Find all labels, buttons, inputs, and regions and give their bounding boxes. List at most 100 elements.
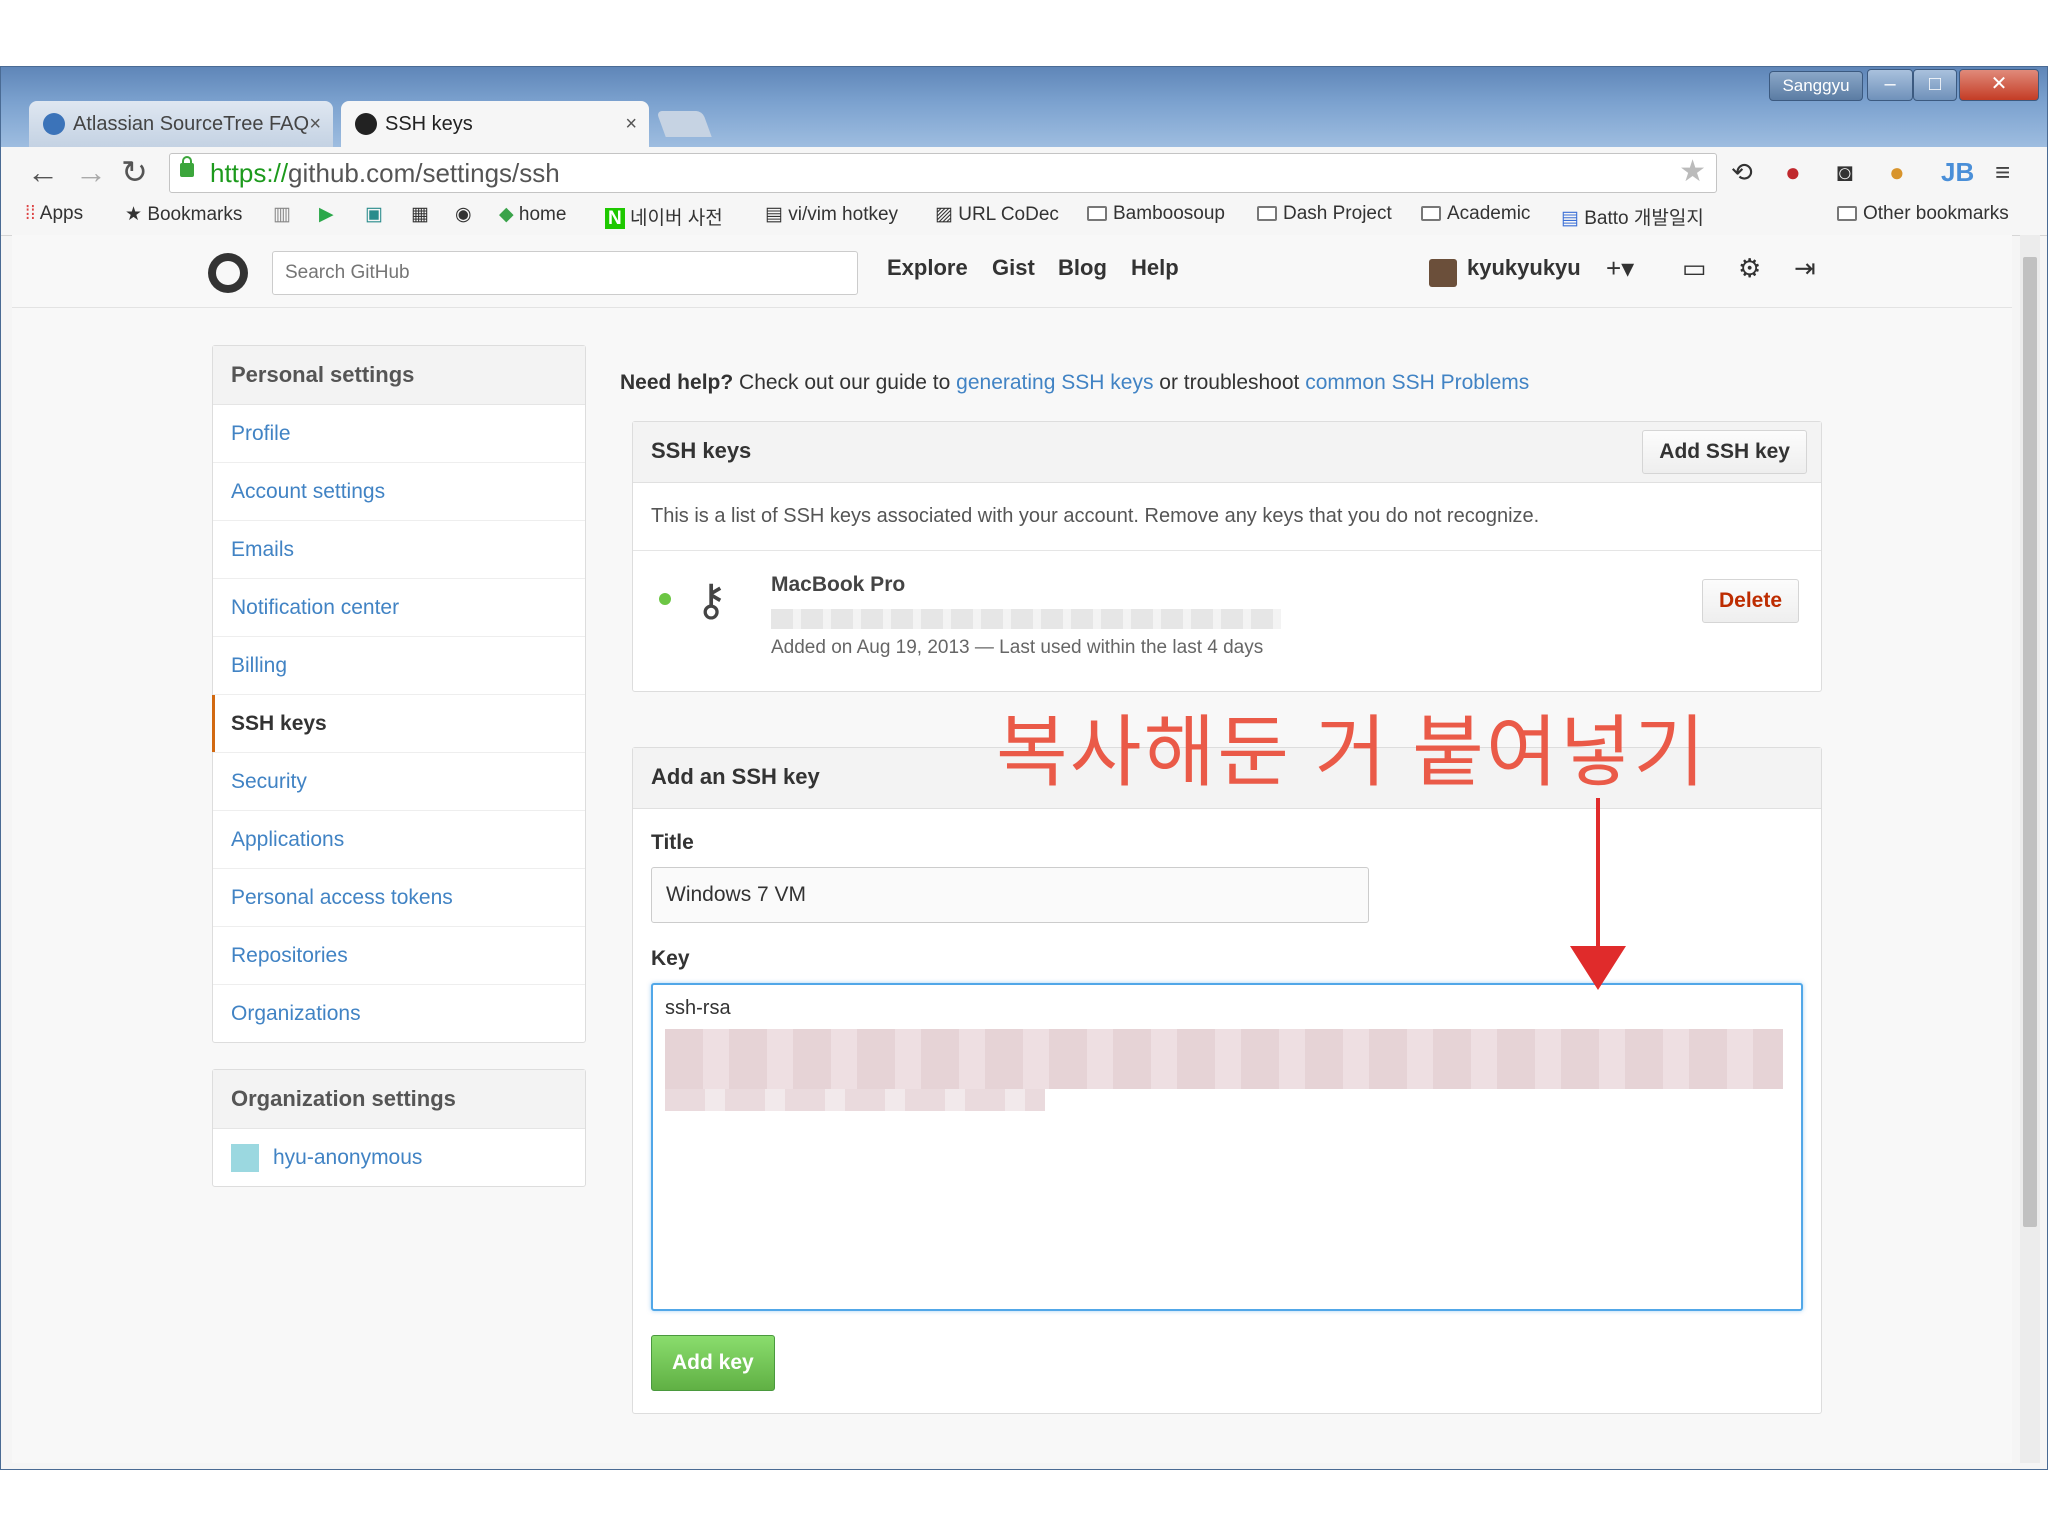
sidebar-item-billing[interactable]: Billing	[213, 637, 585, 695]
nav-blog[interactable]: Blog	[1058, 255, 1107, 281]
bookmark-vim[interactable]: ▤ vi/vim hotkey	[765, 203, 898, 226]
sidebar-item-personal-access-tokens[interactable]: Personal access tokens	[213, 869, 585, 927]
forward-icon[interactable]: →	[75, 155, 107, 189]
key-content-blurred-end	[665, 1089, 1045, 1111]
sign-out-icon[interactable]: ⇥	[1794, 253, 1816, 284]
org-avatar	[231, 1144, 259, 1173]
chart-bookmark-icon[interactable]: ▥	[273, 203, 291, 226]
generating-ssh-keys-link[interactable]: generating SSH keys	[956, 371, 1153, 394]
maximize-button[interactable]: □	[1913, 69, 1957, 101]
plus-dropdown-icon[interactable]: +▾	[1606, 253, 1634, 284]
personal-settings-heading: Personal settings	[213, 346, 585, 405]
sidebar-item-org[interactable]: hyu-anonymous	[213, 1129, 585, 1186]
page-content: Explore Gist Blog Help kyukyukyu +▾ ▭ ⚙ …	[12, 235, 2012, 1463]
pocket-extension-icon[interactable]: ◙	[1837, 157, 1853, 187]
key-textarea[interactable]: ssh-rsa	[651, 983, 1803, 1311]
tab-close-icon[interactable]: ×	[309, 101, 321, 147]
back-icon[interactable]: ←	[27, 155, 59, 189]
add-ssh-key-button[interactable]: Add SSH key	[1642, 430, 1807, 474]
menu-icon[interactable]: ≡	[1995, 157, 2010, 187]
ssh-keys-box-header: SSH keys Add SSH key	[633, 422, 1821, 483]
address-bar[interactable]: https://github.com/settings/ssh ★	[169, 153, 1717, 193]
sidebar-item-security[interactable]: Security	[213, 753, 585, 811]
github-icon	[355, 113, 377, 135]
key-textarea-value: ssh-rsa	[665, 997, 731, 1019]
key-meta: Added on Aug 19, 2013 — Last used within…	[771, 637, 1264, 658]
bookmark-apps[interactable]: ⁞⁞ Apps	[25, 203, 83, 225]
close-window-button[interactable]: ✕	[1959, 69, 2039, 101]
add-ssh-key-title: Add an SSH key	[651, 764, 820, 789]
tab-ssh-keys[interactable]: SSH keys ×	[341, 101, 649, 147]
settings-main: Need help? Check out our guide to genera…	[620, 345, 1824, 1414]
reload-icon[interactable]: ↻	[121, 155, 148, 189]
cookie-extension-icon[interactable]: ●	[1889, 157, 1905, 187]
tab-title: Atlassian SourceTree FAQ	[73, 113, 310, 135]
bookmark-naver[interactable]: N 네이버 사전	[605, 203, 723, 230]
nav-explore[interactable]: Explore	[887, 255, 968, 281]
bookmark-star-icon[interactable]: ★	[1679, 154, 1706, 189]
gear-icon[interactable]: ⚙	[1738, 253, 1761, 284]
sidebar-item-applications[interactable]: Applications	[213, 811, 585, 869]
title-field[interactable]	[651, 867, 1369, 923]
sync-extension-icon[interactable]: ⟲	[1731, 157, 1753, 187]
add-ssh-key-box: Add an SSH key Title Key ssh-rsa Add key	[632, 747, 1822, 1414]
bookmark-batto[interactable]: ▤ Batto 개발일지	[1561, 203, 1704, 230]
sidebar-item-notification-center[interactable]: Notification center	[213, 579, 585, 637]
bookmark-dash-project[interactable]: Dash Project	[1257, 203, 1392, 225]
tab-close-icon[interactable]: ×	[625, 101, 637, 147]
square-bookmark-icon[interactable]: ▣	[365, 203, 383, 226]
bookmark-bookmarks[interactable]: ★ Bookmarks	[125, 203, 242, 226]
inbox-icon[interactable]: ▭	[1682, 253, 1707, 284]
common-ssh-problems-link[interactable]: common SSH Problems	[1305, 371, 1529, 394]
sidebar-item-repositories[interactable]: Repositories	[213, 927, 585, 985]
delete-key-button[interactable]: Delete	[1701, 579, 1799, 623]
sidebar-item-organizations[interactable]: Organizations	[213, 985, 585, 1042]
bookmark-home[interactable]: ◆ home	[499, 203, 566, 226]
hat-extension-icon[interactable]: ●	[1785, 157, 1801, 187]
jb-extension-icon[interactable]: JB	[1941, 157, 1974, 187]
annotation-text: 복사해둔 거 붙여넣기	[996, 708, 1708, 796]
ssh-keys-box: SSH keys Add SSH key This is a list of S…	[632, 421, 1822, 692]
key-status-dot	[659, 593, 671, 605]
sidebar-item-profile[interactable]: Profile	[213, 405, 585, 463]
key-label: Key	[651, 947, 690, 970]
bookmark-other[interactable]: Other bookmarks	[1837, 203, 2009, 225]
doc-blue-icon: ▤	[1561, 208, 1585, 229]
kanji-bookmark-icon[interactable]: ▦	[411, 203, 429, 226]
bookmark-academic[interactable]: Academic	[1421, 203, 1530, 225]
title-label: Title	[651, 831, 694, 854]
folder-icon	[1421, 206, 1441, 221]
doc-icon: ▤	[765, 204, 789, 225]
tab-title: SSH keys	[385, 113, 473, 135]
nav-gist[interactable]: Gist	[992, 255, 1035, 281]
bookmark-bamboosoup[interactable]: Bamboosoup	[1087, 203, 1225, 225]
key-content-blurred	[665, 1029, 1783, 1089]
browser-toolbar: ← → ↻ https://github.com/settings/ssh ★ …	[1, 147, 2047, 197]
new-tab-button[interactable]	[656, 111, 712, 137]
bookmark-urlcodec[interactable]: ▨ URL CoDec	[935, 203, 1059, 226]
github-header: Explore Gist Blog Help kyukyukyu +▾ ▭ ⚙ …	[12, 235, 2012, 308]
sidebar-item-account-settings[interactable]: Account settings	[213, 463, 585, 521]
search-input[interactable]	[272, 251, 858, 295]
avatar[interactable]	[1429, 259, 1457, 287]
scrollbar-thumb[interactable]	[2023, 257, 2037, 1227]
ssh-keys-title: SSH keys	[651, 438, 752, 463]
codec-icon: ▨	[935, 204, 959, 225]
atlassian-icon	[43, 113, 65, 135]
ssh-keys-description: This is a list of SSH keys associated wi…	[633, 483, 1821, 551]
tab-sourcetree-faq[interactable]: Atlassian SourceTree FAQ ×	[29, 101, 333, 147]
github-logo-icon[interactable]	[208, 253, 248, 293]
nav-help[interactable]: Help	[1131, 255, 1179, 281]
sidebar-item-ssh-keys[interactable]: SSH keys	[212, 695, 585, 753]
play-bookmark-icon[interactable]: ▶	[319, 203, 334, 226]
folder-icon	[1837, 206, 1857, 221]
sidebar-item-emails[interactable]: Emails	[213, 521, 585, 579]
diamond-icon: ◆	[499, 204, 519, 225]
key-icon: ⚷	[695, 576, 728, 625]
add-key-button[interactable]: Add key	[651, 1335, 775, 1391]
c-bookmark-icon[interactable]: ◉	[455, 203, 472, 226]
apps-grid-icon: ⁞⁞	[25, 203, 40, 224]
minimize-button[interactable]: –	[1867, 69, 1913, 101]
username-link[interactable]: kyukyukyu	[1467, 255, 1581, 281]
page-scrollbar[interactable]	[2020, 235, 2040, 1463]
